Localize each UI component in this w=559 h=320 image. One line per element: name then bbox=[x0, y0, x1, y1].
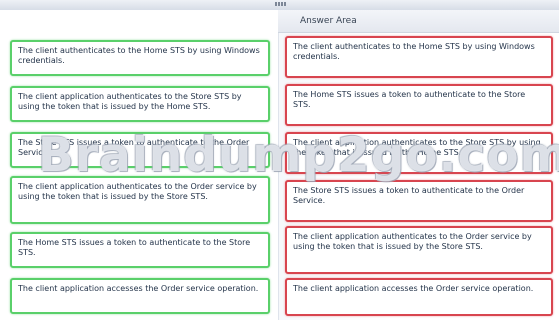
source-item[interactable]: The client authenticates to the Home STS… bbox=[10, 40, 270, 76]
answer-item[interactable]: The Store STS issues a token to authenti… bbox=[285, 180, 553, 222]
answer-item[interactable]: The client authenticates to the Home STS… bbox=[285, 36, 553, 78]
answer-item[interactable]: The Home STS issues a token to authentic… bbox=[285, 84, 553, 126]
source-item[interactable]: The Home STS issues a token to authentic… bbox=[10, 232, 270, 268]
answer-item[interactable]: The client application accesses the Orde… bbox=[285, 278, 553, 316]
watermark-text: Braindump2go.com bbox=[38, 128, 559, 183]
source-item[interactable]: The client application authenticates to … bbox=[10, 176, 270, 224]
answer-area-title: Answer Area bbox=[300, 16, 357, 26]
source-item[interactable]: The client application authenticates to … bbox=[10, 86, 270, 122]
top-bar bbox=[0, 0, 559, 10]
panel-divider-grip[interactable] bbox=[275, 2, 287, 6]
source-item[interactable]: The client application accesses the Orde… bbox=[10, 278, 270, 314]
answer-item[interactable]: The client application authenticates to … bbox=[285, 226, 553, 274]
answer-area-header: Answer Area bbox=[278, 10, 559, 33]
